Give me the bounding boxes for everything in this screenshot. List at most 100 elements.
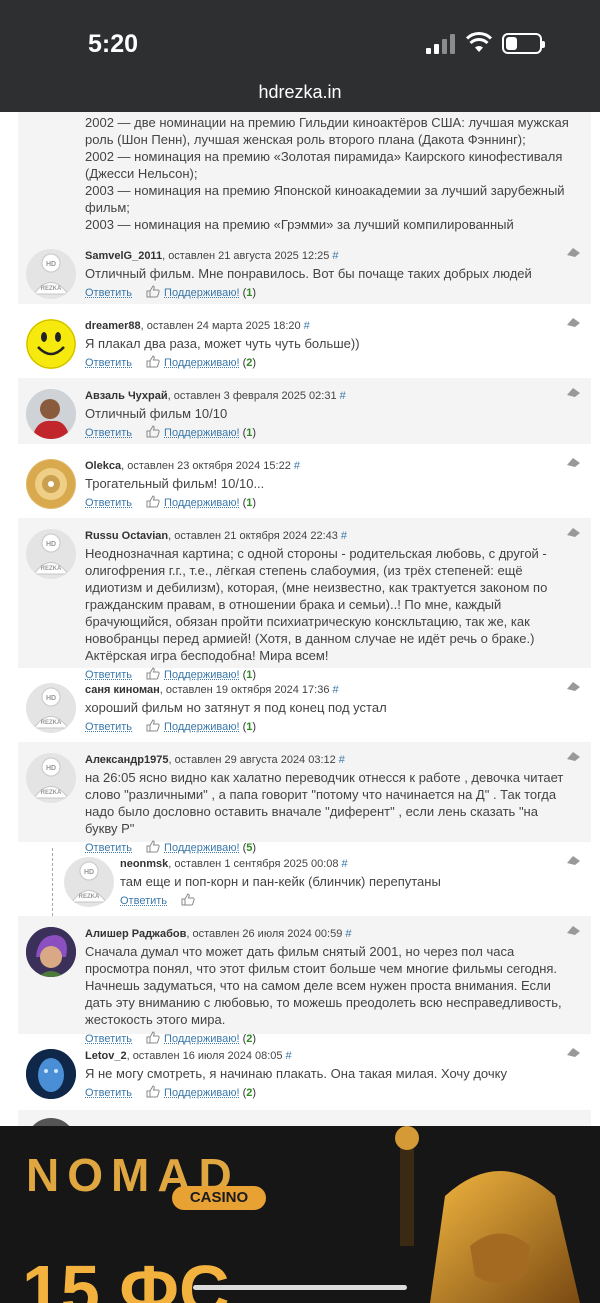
comments-list: 2002 — две номинации на премию Гильдии к… bbox=[0, 112, 600, 1126]
comment-date: , оставлен 26 июля 2024 00:59 bbox=[186, 928, 343, 940]
comment-text: Отличный фильм. Мне понравилось. Вот бы … bbox=[85, 266, 532, 281]
comment-author[interactable]: SamvelG_2011 bbox=[85, 250, 162, 262]
report-icon[interactable] bbox=[566, 1046, 581, 1058]
comment-item: HD REZKA саня киноман, оставлен 19 октябр… bbox=[18, 672, 591, 738]
comment-date: , оставлен 21 октября 2024 22:43 bbox=[168, 530, 338, 542]
signal-icon bbox=[426, 34, 456, 54]
comment-permalink[interactable]: # bbox=[339, 754, 345, 766]
likes-count: (1) bbox=[242, 721, 257, 733]
comment-text: Неоднозначная картина; с одной стороны -… bbox=[85, 546, 548, 663]
comment-permalink[interactable]: # bbox=[304, 320, 310, 332]
reply-link[interactable]: Ответить bbox=[85, 497, 132, 509]
comment-text: хороший фильм но затянут я под конец под… bbox=[85, 700, 387, 715]
thumbs-up-icon[interactable] bbox=[146, 285, 160, 298]
reply-link[interactable]: Ответить bbox=[85, 427, 132, 439]
comment-item: HD REZKA SamvelG_2011, оставлен 21 август… bbox=[18, 238, 591, 304]
svg-text:HD: HD bbox=[46, 695, 56, 702]
comment-author[interactable]: саня киноман bbox=[85, 684, 160, 696]
likes-count: (2) bbox=[242, 1087, 257, 1099]
pharaoh-illustration bbox=[395, 1126, 580, 1303]
address-bar-url[interactable]: hdrezka.in bbox=[0, 82, 600, 103]
reply-link[interactable]: Ответить bbox=[85, 1087, 132, 1099]
svg-text:REZKA: REZKA bbox=[41, 790, 62, 796]
default-avatar: HD REZKA bbox=[26, 683, 76, 733]
comment-permalink[interactable]: # bbox=[345, 928, 351, 940]
comment-text: Я не могу смотреть, я начинаю плакать. О… bbox=[85, 1066, 507, 1081]
reply-link[interactable]: Ответить bbox=[120, 895, 167, 907]
report-icon[interactable] bbox=[566, 456, 581, 468]
comment-text: Я плакал два раза, может чуть чуть больш… bbox=[85, 336, 360, 351]
status-time: 5:20 bbox=[88, 30, 139, 58]
svg-text:HD: HD bbox=[46, 261, 56, 268]
default-avatar: HD REZKA bbox=[26, 529, 76, 579]
comment-date: , оставлен 21 августа 2025 12:25 bbox=[162, 250, 330, 262]
comment-permalink[interactable]: # bbox=[332, 684, 338, 696]
comment-text: на 26:05 ясно видно как халатно переводч… bbox=[85, 770, 564, 836]
default-avatar: HD REZKA bbox=[26, 753, 76, 803]
comment-permalink[interactable]: # bbox=[342, 858, 348, 870]
default-avatar: HD REZKA bbox=[26, 249, 76, 299]
likes-count: (1) bbox=[242, 287, 257, 299]
ad-banner[interactable]: NOMAD CASINO 15 ФС bbox=[0, 1126, 600, 1303]
thumbs-up-icon[interactable] bbox=[146, 495, 160, 508]
svg-text:REZKA: REZKA bbox=[41, 720, 62, 726]
report-icon[interactable] bbox=[566, 246, 581, 258]
comment-permalink[interactable]: # bbox=[341, 530, 347, 542]
reply-link[interactable]: Ответить bbox=[85, 287, 132, 299]
report-icon[interactable] bbox=[566, 680, 581, 692]
comment-permalink[interactable]: # bbox=[294, 460, 300, 472]
comment-permalink[interactable]: # bbox=[332, 250, 338, 262]
thumbs-up-icon[interactable] bbox=[146, 425, 160, 438]
comment-author[interactable]: neonmsk bbox=[120, 858, 168, 870]
comment-author[interactable]: Александр1975 bbox=[85, 754, 168, 766]
comment-text: 2002 — две номинации на премию Гильдии к… bbox=[85, 115, 569, 249]
home-indicator[interactable] bbox=[193, 1285, 407, 1290]
svg-text:REZKA: REZKA bbox=[41, 286, 62, 292]
wifi-icon bbox=[466, 32, 492, 52]
support-link[interactable]: Поддерживаю! bbox=[164, 497, 240, 509]
report-icon[interactable] bbox=[566, 854, 581, 866]
thumbs-up-icon[interactable] bbox=[146, 355, 160, 368]
support-link[interactable]: Поддерживаю! bbox=[164, 721, 240, 733]
support-link[interactable]: Поддерживаю! bbox=[164, 427, 240, 439]
comment-permalink[interactable]: # bbox=[340, 390, 346, 402]
comment-author[interactable]: Russu Octavian bbox=[85, 530, 168, 542]
thumbs-up-icon[interactable] bbox=[181, 893, 195, 906]
likes-count: (1) bbox=[242, 497, 257, 509]
cartoon-avatar bbox=[26, 927, 76, 977]
comment-item: HD REZKA Александр1975, оставлен 29 авгус… bbox=[18, 742, 591, 854]
disc-avatar bbox=[26, 459, 76, 509]
report-icon[interactable] bbox=[566, 526, 581, 538]
comment-date: , оставлен 23 октября 2024 15:22 bbox=[121, 460, 291, 472]
photo-avatar bbox=[26, 1049, 76, 1099]
reply-link[interactable]: Ответить bbox=[85, 357, 132, 369]
comment-author[interactable]: Авзаль Чухрай bbox=[85, 390, 168, 402]
support-link[interactable]: Поддерживаю! bbox=[164, 1087, 240, 1099]
comment-author[interactable]: Olekca bbox=[85, 460, 121, 472]
report-icon[interactable] bbox=[566, 924, 581, 936]
support-link[interactable]: Поддерживаю! bbox=[164, 287, 240, 299]
report-icon[interactable] bbox=[566, 386, 581, 398]
report-icon[interactable] bbox=[566, 316, 581, 328]
reply-link[interactable]: Ответить bbox=[85, 721, 132, 733]
comment-permalink[interactable]: # bbox=[286, 1050, 292, 1062]
comment-author[interactable]: Алишер Раджабов bbox=[85, 928, 186, 940]
comment-author[interactable]: Letov_2 bbox=[85, 1050, 127, 1062]
ad-headline: 15 ФС bbox=[22, 1251, 230, 1303]
report-icon[interactable] bbox=[566, 750, 581, 762]
reply-thread-line bbox=[52, 848, 53, 916]
comment-text: Сначала думал что может дать фильм сняты… bbox=[85, 944, 562, 1027]
svg-text:HD: HD bbox=[84, 869, 94, 876]
comment-date: , оставлен 19 октября 2024 17:36 bbox=[159, 684, 330, 696]
comment-item: Letov_2, оставлен 16 июля 2024 08:05 # Я … bbox=[18, 1038, 591, 1104]
svg-text:HD: HD bbox=[46, 765, 56, 772]
comment-date: , оставлен 1 сентября 2025 00:08 bbox=[168, 858, 339, 870]
thumbs-up-icon[interactable] bbox=[146, 1085, 160, 1098]
smiley-avatar bbox=[26, 319, 76, 369]
comment-item: HD REZKA Russu Octavian, оставлен 21 октя… bbox=[18, 518, 591, 681]
support-link[interactable]: Поддерживаю! bbox=[164, 357, 240, 369]
thumbs-up-icon[interactable] bbox=[146, 719, 160, 732]
comment-item: dreamer88, оставлен 24 марта 2025 18:20 #… bbox=[18, 308, 591, 374]
comment-item: Авзаль Чухрай, оставлен 3 февраля 2025 0… bbox=[18, 378, 591, 444]
comment-author[interactable]: dreamer88 bbox=[85, 320, 141, 332]
